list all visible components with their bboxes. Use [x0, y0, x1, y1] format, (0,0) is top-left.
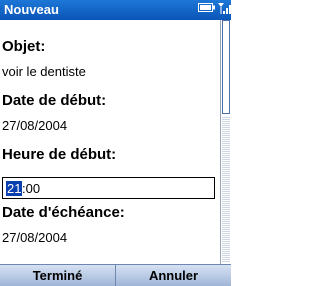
cancel-softkey[interactable]: Annuler [116, 265, 231, 286]
heure-debut-hours-selected[interactable]: 21 [6, 181, 23, 196]
form-content: Objet: voir le dentiste Date de début: 2… [0, 20, 220, 264]
softkey-bar: Terminé Annuler [0, 264, 231, 286]
battery-icon[interactable] [198, 3, 215, 12]
heure-debut-input[interactable]: 21 :00 [2, 177, 215, 199]
date-debut-value[interactable]: 27/08/2004 [2, 118, 67, 134]
heure-debut-minutes[interactable]: :00 [22, 181, 40, 196]
objet-label: Objet: [2, 38, 46, 55]
date-echeance-label: Date d'échéance: [2, 204, 125, 221]
vertical-scrollbar[interactable] [220, 20, 231, 264]
date-echeance-value[interactable]: 27/08/2004 [2, 230, 67, 246]
heure-debut-label: Heure de début: [2, 146, 117, 163]
title-bar: Nouveau [0, 0, 231, 20]
scroll-thumb[interactable] [222, 20, 230, 114]
objet-value[interactable]: voir le dentiste [2, 64, 86, 80]
window-title: Nouveau [4, 2, 59, 17]
scroll-track[interactable] [222, 116, 230, 262]
date-debut-label: Date de début: [2, 92, 107, 109]
done-softkey[interactable]: Terminé [0, 265, 115, 286]
signal-strength-icon[interactable] [217, 1, 231, 15]
